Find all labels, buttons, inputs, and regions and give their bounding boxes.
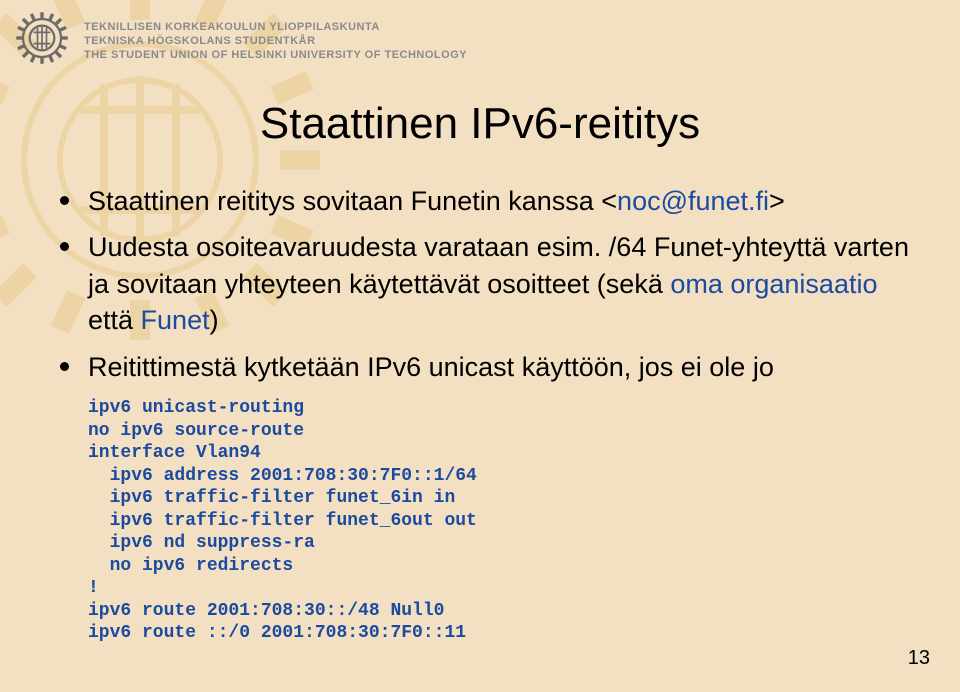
slide-title: Staattinen IPv6-reititys	[0, 99, 960, 149]
header-line-3: THE STUDENT UNION OF HELSINKI UNIVERSITY…	[84, 49, 467, 61]
header-text-block: TEKNILLISEN KORKEAKOULUN YLIOPPILASKUNTA…	[84, 21, 467, 61]
header-line-2: TEKNISKA HÖGSKOLANS STUDENTKÅR	[84, 35, 467, 47]
bullet-2: Uudesta osoiteavaruudesta varataan esim.…	[60, 229, 920, 338]
page-number: 13	[908, 647, 930, 670]
bullet-2-blue2: Funet	[141, 305, 210, 335]
bullet-1: Staattinen reititys sovitaan Funetin kan…	[60, 183, 920, 219]
bullet-3: Reitittimestä kytketään IPv6 unicast käy…	[60, 349, 920, 385]
header-line-1: TEKNILLISEN KORKEAKOULUN YLIOPPILASKUNTA	[84, 21, 467, 33]
bullet-2-end: )	[210, 305, 219, 335]
code-block: ipv6 unicast-routing no ipv6 source-rout…	[88, 397, 960, 645]
slide-header: TEKNILLISEN KORKEAKOULUN YLIOPPILASKUNTA…	[0, 0, 960, 79]
bullet-list: Staattinen reititys sovitaan Funetin kan…	[60, 183, 920, 385]
bullet-1-pre: Staattinen reititys sovitaan Funetin kan…	[88, 186, 617, 216]
university-logo	[14, 10, 70, 71]
bullet-1-post: >	[769, 186, 785, 216]
bullet-2-mid: että	[88, 305, 141, 335]
bullet-2-blue1: oma organisaatio	[670, 269, 877, 299]
bullet-1-link: noc@funet.fi	[617, 186, 769, 216]
